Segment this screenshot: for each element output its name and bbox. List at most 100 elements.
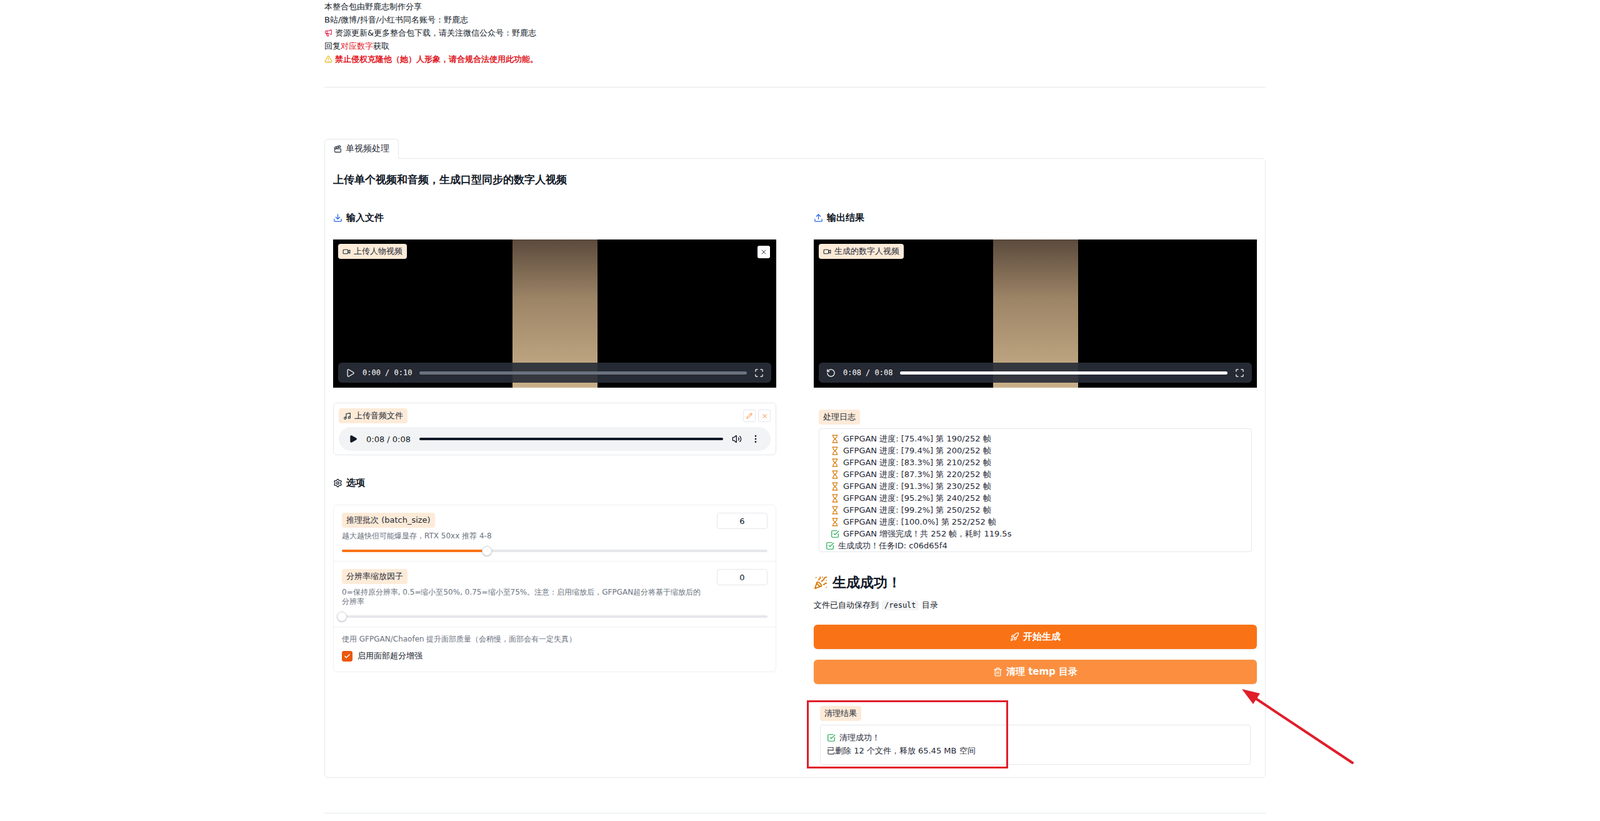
hourglass-icon bbox=[830, 470, 840, 479]
fullscreen-icon bbox=[754, 368, 764, 378]
input-column: 输入文件上传人物视频0:00 / 0:10上传音频文件0:08 / 0:08选项… bbox=[333, 210, 777, 765]
audio-progress[interactable] bbox=[419, 437, 724, 440]
play-icon bbox=[348, 434, 358, 444]
checkbox[interactable] bbox=[341, 650, 353, 662]
log-line: GFPGAN 增强完成！共 252 帧，耗时 119.5s bbox=[825, 527, 1245, 540]
fullscreen-button[interactable] bbox=[1235, 368, 1245, 378]
volume-icon bbox=[731, 433, 742, 444]
options-card: 推理批次 (batch_size)越大越快但可能爆显存，RTX 50xx 推荐 … bbox=[333, 504, 777, 672]
outbox-icon bbox=[813, 213, 824, 223]
description: 上传单个视频和音频，生成口型同步的数字人视频 bbox=[333, 172, 1257, 187]
result-box: 清理结果清理成功！已删除 12 个文件，释放 65.45 MB 空间 bbox=[813, 700, 1257, 765]
hourglass-icon bbox=[830, 493, 840, 503]
log-area[interactable]: GFPGAN 进度: [75.4%] 第 190/252 帧GFPGAN 进度:… bbox=[818, 428, 1252, 552]
number-input[interactable]: 6 bbox=[716, 512, 768, 529]
party-icon bbox=[813, 575, 828, 590]
fullscreen-button[interactable] bbox=[754, 368, 764, 378]
rocket-icon bbox=[1010, 631, 1020, 642]
video-icon bbox=[823, 247, 832, 256]
video-time: 0:08 / 0:08 bbox=[843, 368, 893, 377]
slider-thumb[interactable] bbox=[336, 611, 347, 622]
log-line: GFPGAN 进度: [100.0%] 第 252/252 帧 bbox=[825, 515, 1245, 528]
result-area[interactable]: 清理成功！已删除 12 个文件，释放 65.45 MB 空间 bbox=[820, 724, 1251, 765]
hourglass-icon bbox=[830, 458, 840, 467]
result-line: 已删除 12 个文件，释放 65.45 MB 空间 bbox=[826, 744, 1244, 757]
play-button[interactable] bbox=[826, 368, 836, 378]
log-line: GFPGAN 进度: [87.3%] 第 220/252 帧 bbox=[825, 468, 1245, 480]
hourglass-icon bbox=[830, 517, 840, 527]
audio-time: 0:08 / 0:08 bbox=[366, 434, 411, 444]
music-icon bbox=[343, 411, 352, 420]
slider[interactable] bbox=[341, 615, 768, 618]
slider-row: 分辨率缩放因子 0=保持原分辨率, 0.5=缩小至50%, 0.75=缩小至75%… bbox=[333, 561, 776, 627]
video-progress[interactable] bbox=[419, 371, 747, 375]
gear-icon bbox=[333, 478, 343, 488]
audio-upload[interactable]: 上传音频文件0:08 / 0:08 bbox=[333, 402, 777, 455]
generate-button[interactable]: 开始生成 bbox=[813, 624, 1257, 649]
header: 本整合包由野鹿志制作分享B站/微博/抖音/小红书同名账号：野鹿志资源更新&更多整… bbox=[324, 0, 1266, 66]
close-button[interactable] bbox=[757, 245, 770, 259]
output-video[interactable]: 生成的数字人视频 0:08 / 0:08 bbox=[813, 239, 1257, 388]
trash-icon bbox=[993, 666, 1003, 677]
play-icon bbox=[345, 368, 355, 378]
log-line: GFPGAN 进度: [99.2%] 第 250/252 帧 bbox=[825, 503, 1245, 516]
container: 本整合包由野鹿志制作分享B站/微博/抖音/小红书同名账号：野鹿志资源更新&更多整… bbox=[324, 0, 1266, 814]
saved-text: 文件已自动保存到/result目录 bbox=[813, 599, 1257, 611]
hourglass-icon bbox=[830, 505, 840, 515]
header-line: 禁止侵权克隆他（她）人形象，请合规合法使用此功能。 bbox=[324, 52, 1266, 66]
check-icon bbox=[825, 541, 835, 550]
video-time: 0:00 / 0:10 bbox=[362, 368, 412, 377]
inbox-icon bbox=[333, 213, 343, 223]
warning-icon bbox=[324, 55, 333, 64]
play-button[interactable] bbox=[348, 434, 358, 444]
pencil-icon bbox=[746, 412, 753, 419]
log-box: 处理日志GFPGAN 进度: [75.4%] 第 190/252 帧GFPGAN… bbox=[813, 404, 1257, 552]
header-line: B站/微博/抖音/小红书同名账号：野鹿志 bbox=[324, 13, 1266, 27]
log-line: GFPGAN 进度: [83.3%] 第 210/252 帧 bbox=[825, 456, 1245, 469]
log-line: GFPGAN 进度: [79.4%] 第 200/252 帧 bbox=[825, 444, 1245, 457]
megaphone-icon bbox=[324, 28, 333, 37]
hourglass-icon bbox=[830, 481, 840, 491]
clean-button[interactable]: 清理 temp 目录 bbox=[813, 659, 1257, 684]
video-controls: 0:08 / 0:08 bbox=[818, 362, 1252, 383]
page: 本整合包由野鹿志制作分享B站/微博/抖音/小红书同名账号：野鹿志资源更新&更多整… bbox=[0, 0, 1600, 821]
slider[interactable] bbox=[341, 549, 768, 552]
clear-button[interactable] bbox=[758, 409, 771, 422]
tab[interactable]: 单视频处理 bbox=[324, 138, 399, 159]
more-icon bbox=[750, 433, 761, 444]
output-column: 输出结果生成的数字人视频 0:08 / 0:08 处理日志GFPGAN 进度: [7… bbox=[813, 210, 1257, 765]
result-label: 清理结果 bbox=[820, 705, 862, 721]
highlight-box bbox=[806, 700, 1009, 769]
slider-label: 分辨率缩放因子 bbox=[341, 568, 408, 584]
header-line: 回复对应数字获取 bbox=[324, 39, 1266, 53]
volume-button[interactable] bbox=[731, 433, 742, 444]
tab-bar: 单视频处理 bbox=[324, 138, 1266, 159]
checkbox-hint: 使用 GFPGAN/Chaofen 提升面部质量（会稍慢，面部会有一定失真） bbox=[341, 634, 768, 644]
play-button[interactable] bbox=[345, 368, 355, 378]
video-icon bbox=[342, 247, 351, 256]
clapperboard-icon bbox=[333, 145, 342, 154]
header-line: 本整合包由野鹿志制作分享 bbox=[324, 0, 1266, 14]
log-line: GFPGAN 进度: [95.2%] 第 240/252 帧 bbox=[825, 491, 1245, 504]
close-icon bbox=[761, 412, 769, 420]
slider-hint: 0=保持原分辨率, 0.5=缩小至50%, 0.75=缩小至75%。注意：启用缩… bbox=[341, 587, 705, 607]
number-input[interactable]: 0 bbox=[716, 568, 768, 585]
checkbox-row[interactable]: 启用面部超分增强 bbox=[341, 650, 768, 662]
log-line: 生成成功！任务ID: c06d65f4 bbox=[825, 539, 1245, 552]
replay-icon bbox=[826, 368, 836, 378]
audio-player: 0:08 / 0:08 bbox=[338, 426, 771, 451]
media-label: 生成的数字人视频 bbox=[818, 243, 904, 259]
video-progress[interactable] bbox=[900, 371, 1228, 375]
media-label: 上传人物视频 bbox=[338, 243, 407, 259]
slider-hint: 越大越快但可能爆显存，RTX 50xx 推荐 4-8 bbox=[341, 531, 492, 541]
input-video[interactable]: 上传人物视频 0:00 / 0:10 bbox=[333, 239, 777, 388]
video-controls: 0:00 / 0:10 bbox=[338, 362, 772, 383]
slider-row: 推理批次 (batch_size)越大越快但可能爆显存，RTX 50xx 推荐 … bbox=[333, 505, 776, 562]
slider-thumb[interactable] bbox=[481, 545, 492, 556]
more-button[interactable] bbox=[750, 433, 761, 444]
hourglass-icon bbox=[830, 434, 840, 444]
edit-button[interactable] bbox=[743, 409, 756, 422]
section-title: 输出结果 bbox=[813, 210, 1257, 225]
result-line: 清理成功！ bbox=[826, 731, 1244, 744]
divider bbox=[324, 812, 1266, 814]
